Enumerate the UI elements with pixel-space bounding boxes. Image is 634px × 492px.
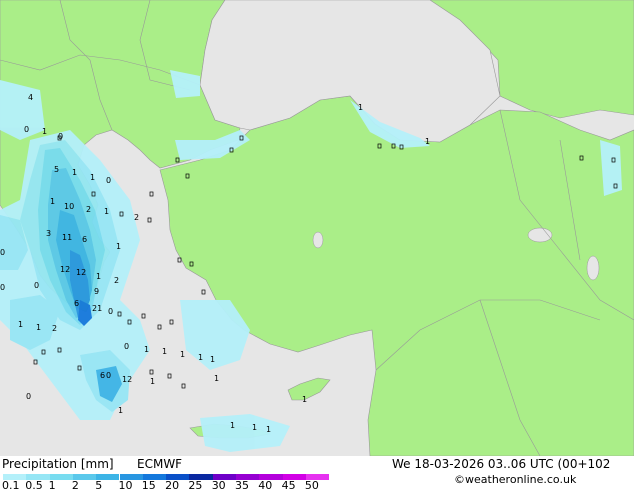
legend-tick-label: 2 (71, 479, 79, 492)
station-value-label: 1 (104, 207, 109, 216)
legend-tick-label: 30 (211, 479, 226, 492)
lake (312, 231, 324, 249)
lake (586, 255, 600, 281)
station-value-label: 0 (0, 248, 5, 257)
legend-tick-label: 15 (141, 479, 156, 492)
station-value-label: 1 (198, 353, 203, 362)
station-value-label: 1 (358, 103, 363, 112)
valid-time: We 18-03-2026 03..06 UTC (00+102 (392, 457, 611, 471)
legend-tick-label: 35 (235, 479, 249, 492)
station-value-label: 1 (425, 137, 430, 146)
station-value-label: 1 (150, 377, 155, 386)
legend-tick-label: 50 (304, 479, 319, 492)
station-value-label: 10 (64, 202, 74, 211)
station-value-label: 1 (302, 395, 307, 404)
station-value-label: 11 (62, 233, 72, 242)
station-value-label: 5 (54, 165, 59, 174)
credit: ©weatheronline.co.uk (454, 473, 577, 486)
station-value-label: 1 (266, 425, 271, 434)
legend-tick-label: 5 (95, 479, 103, 492)
legend-tick-label: 0.5 (25, 479, 43, 492)
station-value-label: 6 (82, 235, 87, 244)
station-value-label: 1 (214, 374, 219, 383)
station-value-label: 0 (26, 392, 31, 401)
station-value-label: 3 (46, 229, 51, 238)
station-value-label: 1 (18, 320, 23, 329)
station-value-label: 0 (124, 342, 129, 351)
legend-tick-label: 1 (48, 479, 56, 492)
station-value-label: 0 (24, 125, 29, 134)
station-value-label: 9 (94, 287, 99, 296)
station-value-label: 21 (92, 304, 102, 313)
station-value-label: 6 (74, 299, 79, 308)
footer: Precipitation [mm] ECMWF We 18-03-2026 0… (0, 456, 634, 492)
legend-tick-label: 40 (258, 479, 273, 492)
station-value-label: 0 (106, 371, 111, 380)
station-value-label: 1 (144, 345, 149, 354)
station-value-label: 1 (252, 423, 257, 432)
station-value-label: 12 (76, 268, 86, 277)
station-value-label: 2 (114, 276, 119, 285)
lake (527, 227, 553, 243)
station-value-label: 1 (118, 406, 123, 415)
station-value-label: 0 (58, 132, 63, 141)
station-value-label: 0 (106, 176, 111, 185)
station-value-label: 1 (230, 421, 235, 430)
legend-tick-label: 0.1 (2, 479, 20, 492)
station-value-label: 1 (72, 168, 77, 177)
station-value-label: 6 (100, 371, 105, 380)
station-value-label: 1 (90, 173, 95, 182)
legend-tick-label: 10 (118, 479, 133, 492)
station-value-label: 1 (96, 272, 101, 281)
station-value-label: 2 (134, 213, 139, 222)
station-value-label: 12 (122, 375, 132, 384)
precipitation-map: 40 105 11 0110 2 123 11 6112 12 1 29621 01 1 2101 1 106… (0, 0, 634, 456)
station-value-label: 0 (34, 281, 39, 290)
legend-tick-label: 25 (188, 479, 203, 492)
station-value-label: 4 (28, 93, 33, 102)
station-value-label: 1 (50, 197, 55, 206)
station-value-label: 1 (42, 127, 47, 136)
station-value-label: 1 (36, 323, 41, 332)
model-name: ECMWF (137, 457, 183, 471)
station-value-label: 0 (0, 283, 5, 292)
legend-tick-label: 45 (281, 479, 296, 492)
station-value-label: 2 (86, 205, 91, 214)
map-title: Precipitation [mm] (2, 457, 114, 471)
legend-tick-label: 20 (165, 479, 180, 492)
station-value-label: 1 (180, 350, 185, 359)
station-value-label: 2 (52, 324, 57, 333)
station-value-label: 1 (162, 347, 167, 356)
station-value-label: 1 (116, 242, 121, 251)
station-value-label: 0 (108, 307, 113, 316)
station-value-label: 1 (210, 355, 215, 364)
station-value-label: 12 (60, 265, 70, 274)
